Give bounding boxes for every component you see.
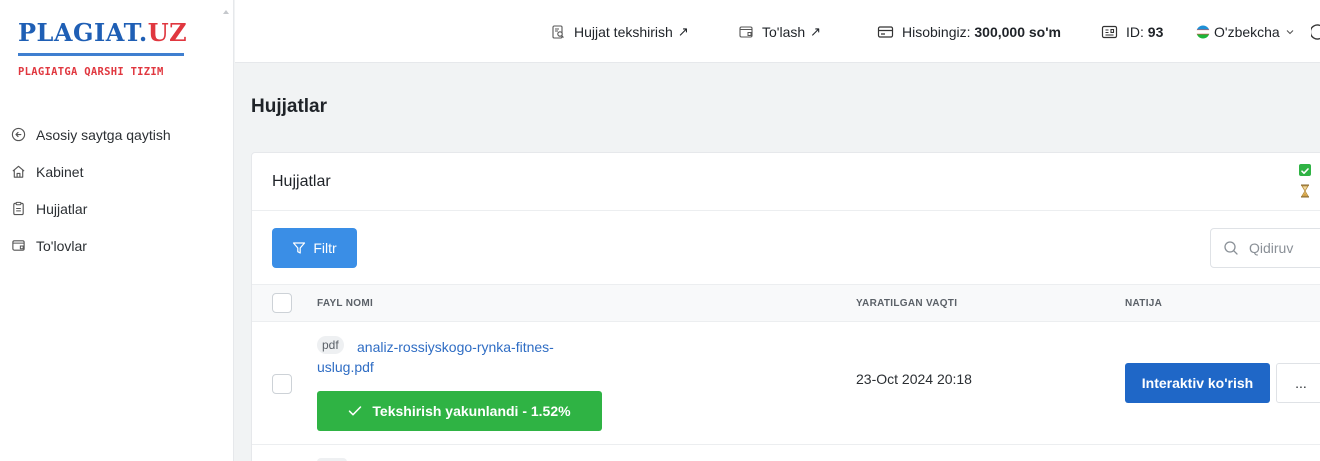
search-box[interactable] (1210, 228, 1320, 268)
sidebar-item-hujjatlar[interactable]: Hujjatlar (0, 190, 234, 227)
language-selector[interactable]: O'zbekcha (1196, 0, 1295, 63)
table-header: FAYL NOMI YARATILGAN VAQTI NATIJA (252, 284, 1320, 322)
row-checkbox[interactable] (272, 374, 292, 394)
logo-title: PLAGIAT.UZ (18, 18, 188, 47)
check-document-label: Hujjat tekshirish (574, 23, 673, 40)
select-all-checkbox[interactable] (272, 293, 292, 313)
filter-button[interactable]: Filtr (272, 228, 357, 268)
sidebar-item-home-site[interactable]: Asosiy saytga qaytish (0, 116, 234, 153)
pay-link[interactable]: To'lash ↗ (738, 0, 821, 63)
id-card-icon (1101, 25, 1118, 38)
filter-icon (293, 242, 306, 254)
sidebar-item-kabinet[interactable]: Kabinet (0, 153, 234, 190)
card-header: Hujjatlar (252, 153, 1320, 211)
flag-uzbekistan-icon (1196, 25, 1210, 38)
interactive-view-button[interactable]: Interaktiv ko'rish (1125, 363, 1270, 403)
chevron-down-icon (1286, 29, 1294, 34)
sidebar-item-label: Kabinet (36, 163, 84, 180)
sidebar-item-label: Asosiy saytga qaytish (36, 126, 171, 143)
check-icon (349, 406, 362, 416)
search-icon (1224, 241, 1238, 255)
external-arrow-icon: ↗ (810, 23, 822, 39)
search-input[interactable] (1249, 240, 1320, 256)
credit-card-icon (877, 25, 894, 38)
hourglass-icon (1299, 184, 1311, 198)
clipboard-icon (10, 201, 26, 217)
balance-value: 300,000 so'm (974, 23, 1061, 40)
user-id-display: ID: 93 (1101, 0, 1163, 63)
column-result: NATIJA (1125, 298, 1163, 309)
status-badge: Tekshirish yakunlandi - 1.52% (317, 391, 602, 431)
wallet-icon (10, 238, 26, 254)
card-title: Hujjatlar (272, 173, 331, 190)
sidebar-item-label: To'lovlar (36, 237, 87, 254)
check-document-link[interactable]: Hujjat tekshirish ↗ (550, 0, 689, 63)
table-row: pdf analiz-rossiyskogo-rynka-fitnes-uslu… (252, 322, 1320, 445)
moon-icon (1311, 23, 1320, 40)
documents-card: Hujjatlar Filtr FAYL NOMI YARATILGAN VAQ… (251, 152, 1320, 461)
file-name-link[interactable]: analiz-rossiyskogo-rynka-fitnes-uslug.pd… (317, 337, 567, 377)
logo-underline (18, 53, 184, 56)
column-file-name: FAYL NOMI (317, 298, 374, 309)
id-label: ID: (1126, 23, 1144, 40)
sidebar: PLAGIAT.UZ PLAGIATGA QARSHI TIZIM Asosiy… (0, 0, 234, 461)
column-created: YARATILGAN VAQTI (856, 298, 958, 309)
language-label: O'zbekcha (1214, 23, 1280, 40)
home-icon (10, 164, 26, 180)
balance-display: Hisobingiz: 300,000 so'm (877, 0, 1061, 63)
pay-label: To'lash (762, 23, 806, 40)
created-date: 23-Oct 2024 20:18 (856, 371, 972, 387)
balance-label: Hisobingiz: (902, 23, 971, 40)
document-search-icon (552, 24, 564, 39)
sidebar-nav: Asosiy saytga qaytish Kabinet Hujjatlar … (0, 116, 234, 264)
external-arrow-icon: ↗ (677, 23, 689, 39)
logo-subtitle: PLAGIATGA QARSHI TIZIM (18, 66, 164, 78)
scroll-up-arrow-icon[interactable] (223, 10, 229, 14)
sidebar-item-tolovlar[interactable]: To'lovlar (0, 227, 234, 264)
arrow-left-circle-icon (10, 127, 26, 143)
wallet-icon (739, 25, 753, 38)
id-value: 93 (1147, 23, 1164, 40)
checkbox-checked-icon (1299, 164, 1311, 176)
status-text: Tekshirish yakunlandi - 1.52% (372, 403, 571, 419)
topbar: Hujjat tekshirish ↗ To'lash ↗ Hisobingiz… (235, 0, 1320, 63)
filter-label: Filtr (313, 240, 337, 256)
more-actions-button[interactable]: ... (1276, 363, 1320, 403)
theme-toggle[interactable] (1311, 0, 1320, 63)
page-title: Hujjatlar (251, 96, 328, 117)
sidebar-item-label: Hujjatlar (36, 200, 88, 217)
